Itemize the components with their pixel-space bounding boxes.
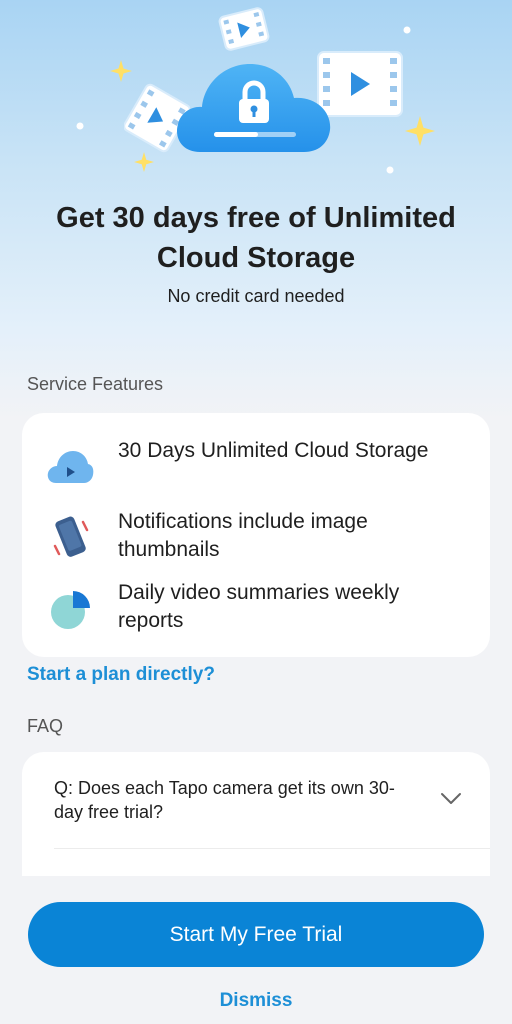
page-subtitle: No credit card needed — [167, 286, 345, 306]
page-title: Get 30 days free of Unlimited Cloud Stor… — [56, 202, 456, 274]
sparkle-icon — [110, 60, 132, 82]
faq-heading: FAQ — [27, 716, 64, 736]
dot-decoration — [76, 122, 84, 130]
feature-item-notifications: Notifications include image thumbnails — [22, 508, 490, 568]
feature-item-cloud-storage: 30 Days Unlimited Cloud Storage — [22, 437, 490, 497]
faq-divider — [54, 848, 490, 849]
start-plan-link[interactable]: Start a plan directly? — [27, 664, 215, 686]
service-features-heading: Service Features — [27, 374, 164, 394]
feature-label: Daily video summaries weekly reports — [118, 581, 400, 632]
feature-label: 30 Days Unlimited Cloud Storage — [118, 439, 429, 462]
hero-illustration — [0, 0, 512, 200]
phone-vibrate-icon — [53, 516, 89, 557]
video-frame-icon — [218, 7, 270, 51]
cloud-play-icon — [47, 451, 94, 483]
pie-chart-icon — [51, 591, 90, 629]
feature-item-summaries: Daily video summaries weekly reports — [22, 579, 490, 639]
sparkle-icon — [405, 116, 435, 146]
start-free-trial-button[interactable]: Start My Free Trial — [28, 902, 484, 967]
dot-decoration — [403, 26, 411, 34]
cloud-lock-icon — [176, 64, 331, 152]
chevron-down-icon[interactable] — [440, 792, 462, 806]
faq-question[interactable]: Q: Does each Tapo camera get its own 30-… — [54, 776, 414, 824]
features-card: 30 Days Unlimited Cloud Storage Notifica… — [22, 413, 490, 657]
faq-card: Q: Does each Tapo camera get its own 30-… — [22, 752, 490, 876]
dismiss-button[interactable]: Dismiss — [0, 990, 512, 1012]
dot-decoration — [386, 166, 394, 174]
feature-label: Notifications include image thumbnails — [118, 510, 368, 561]
